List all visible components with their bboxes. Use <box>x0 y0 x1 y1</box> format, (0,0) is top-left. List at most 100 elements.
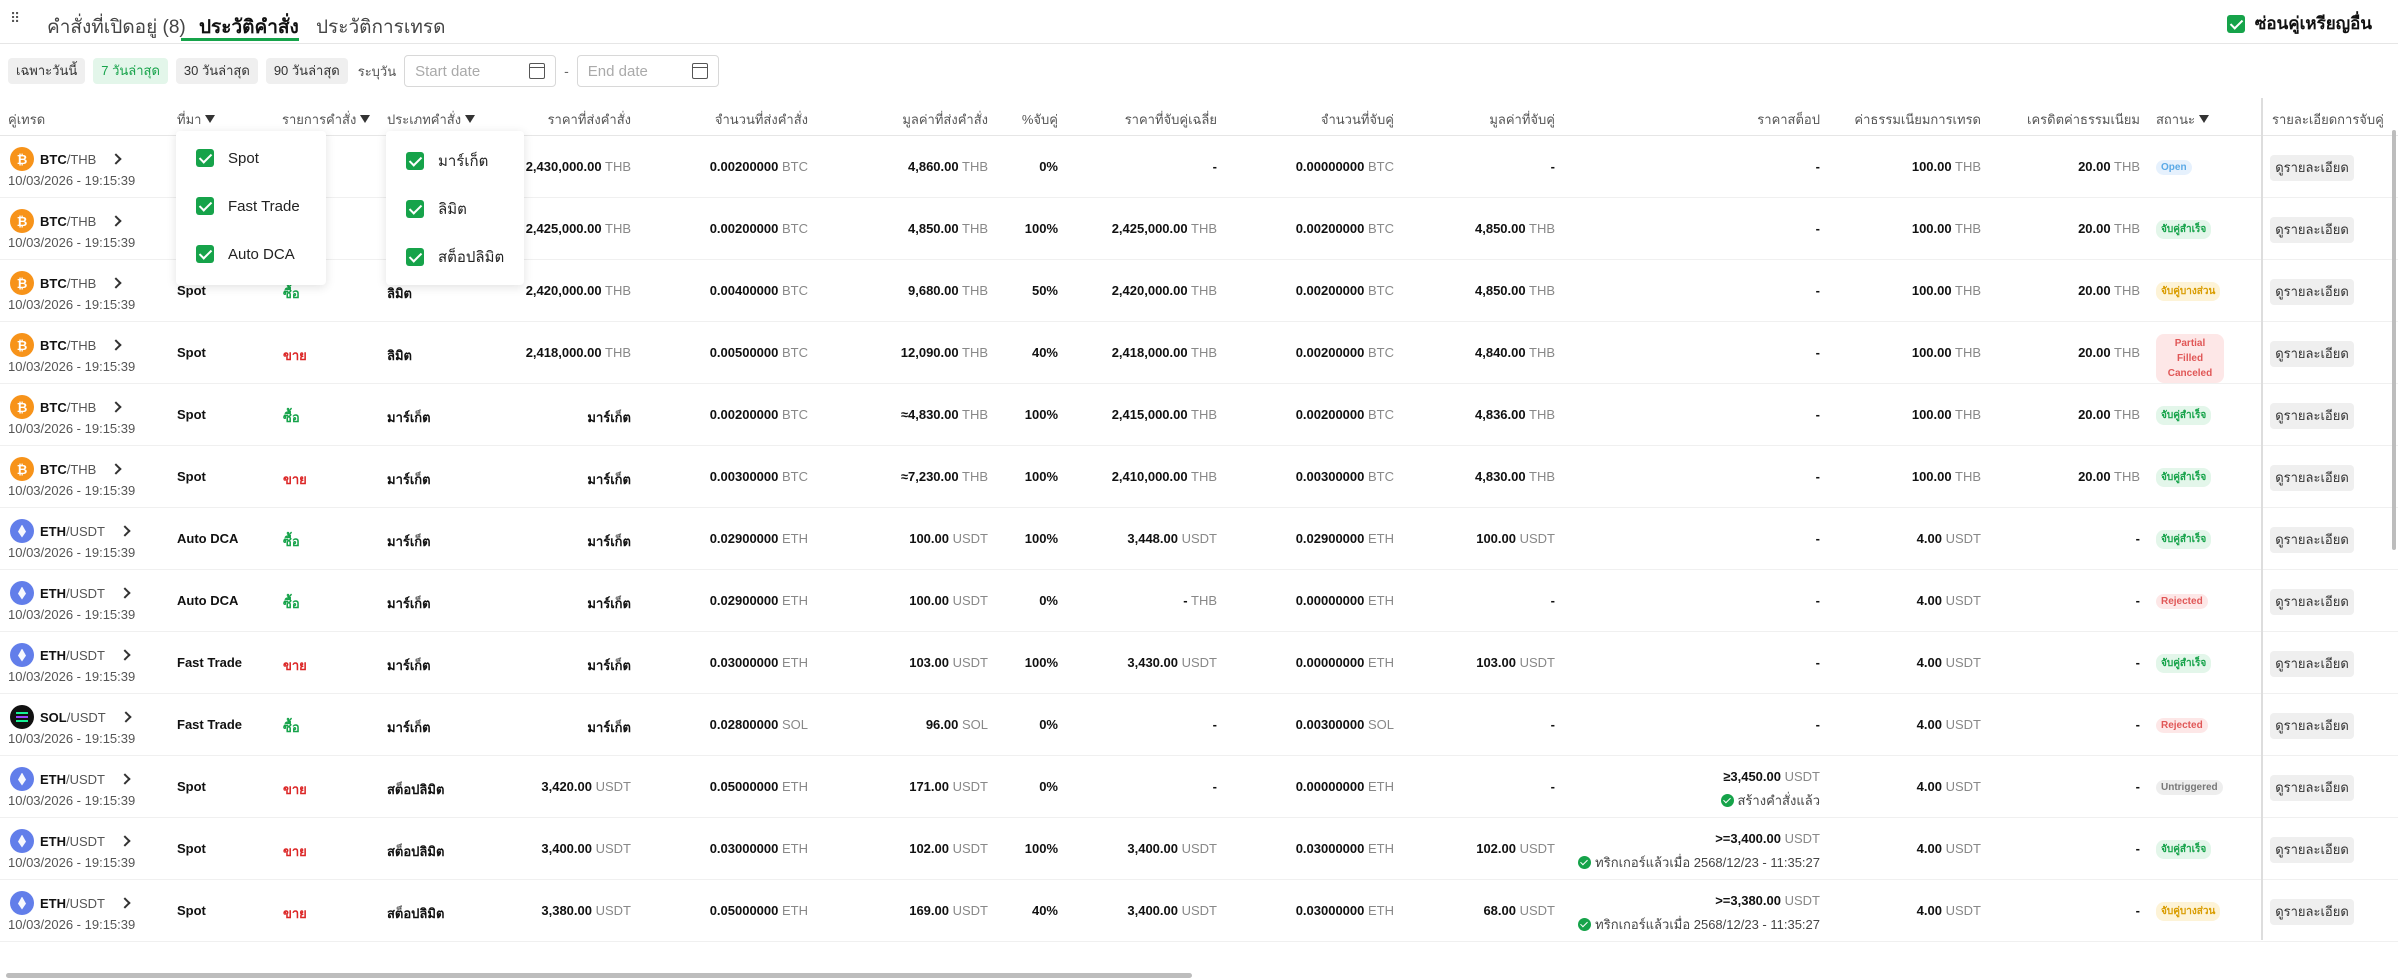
filter-7days-chip[interactable]: 7 วันล่าสุด <box>93 58 168 84</box>
order-amount: 0.00500000 BTC <box>710 345 808 360</box>
pair-link[interactable]: ₿ BTC/THB <box>10 333 123 357</box>
chevron-right-icon[interactable] <box>110 339 123 351</box>
order-amount-value: 0.02800000 <box>709 717 779 732</box>
matched-amount: 0.00000000 ETH <box>1296 593 1394 608</box>
pair-link[interactable]: ₿ BTC/THB <box>10 147 123 171</box>
checkbox-checked-icon[interactable] <box>406 152 424 170</box>
pair-link[interactable]: ETH/USDT <box>10 581 131 605</box>
calendar-icon[interactable] <box>529 63 546 79</box>
pct-matched: 0% <box>1039 717 1058 732</box>
chevron-right-icon[interactable] <box>110 277 123 289</box>
avg-price-value: - <box>1212 779 1217 794</box>
pair-link[interactable]: ETH/USDT <box>10 891 131 915</box>
start-date-input[interactable]: Start date <box>404 55 557 87</box>
chevron-right-icon[interactable] <box>119 773 131 785</box>
view-details-button[interactable]: ดูรายละเอียด <box>2270 217 2354 243</box>
pair-link[interactable]: ₿ BTC/THB <box>10 457 123 481</box>
chevron-right-icon[interactable] <box>110 215 123 227</box>
pair-link[interactable]: ETH/USDT <box>10 643 131 667</box>
type-option-limit[interactable]: ลิมิต <box>406 197 467 221</box>
calendar-icon[interactable] <box>691 63 708 79</box>
checkbox-checked-icon[interactable] <box>196 245 214 263</box>
checkbox-checked-icon[interactable] <box>196 149 214 167</box>
col-order-type[interactable]: ประเภทคำสั่ง <box>387 109 476 130</box>
pair-link[interactable]: ₿ BTC/THB <box>10 209 123 233</box>
vertical-scrollbar[interactable] <box>2392 130 2396 550</box>
chevron-right-icon[interactable] <box>120 711 132 723</box>
matched-value: - <box>1551 593 1555 608</box>
view-details-button[interactable]: ดูรายละเอียด <box>2270 341 2354 367</box>
status-cell: จับคู่สำเร็จ <box>2156 220 2212 239</box>
status-cell: Untriggered <box>2156 778 2223 795</box>
view-details-button[interactable]: ดูรายละเอียด <box>2270 527 2354 553</box>
filter-triangle-icon[interactable] <box>2198 115 2209 123</box>
type-option-stop-limit[interactable]: สต็อปลิมิต <box>406 245 504 269</box>
view-details-button[interactable]: ดูรายละเอียด <box>2270 279 2354 305</box>
end-date-input[interactable]: End date <box>576 55 719 87</box>
source-option-spot[interactable]: Spot <box>196 149 259 167</box>
view-details-button[interactable]: ดูรายละเอียด <box>2270 775 2354 801</box>
chevron-right-icon[interactable] <box>119 525 131 537</box>
view-details-button[interactable]: ดูรายละเอียด <box>2270 155 2354 181</box>
filter-90days-chip[interactable]: 90 วันล่าสุด <box>265 58 348 84</box>
pair-link[interactable]: ₿ BTC/THB <box>10 395 123 419</box>
col-source[interactable]: ที่มา <box>177 109 216 130</box>
view-details-button[interactable]: ดูรายละเอียด <box>2270 651 2354 677</box>
matched-value-amount: 4,840.00 <box>1475 345 1526 360</box>
filter-today-chip[interactable]: เฉพาะวันนี้ <box>8 58 86 84</box>
pair-link[interactable]: ETH/USDT <box>10 767 131 791</box>
view-details-button[interactable]: ดูรายละเอียด <box>2270 403 2354 429</box>
type-option-market[interactable]: มาร์เก็ต <box>406 149 488 173</box>
chevron-right-icon[interactable] <box>110 153 123 165</box>
order-price-value: มาร์เก็ต <box>587 534 631 549</box>
col-side[interactable]: รายการคำสั่ง <box>282 109 371 130</box>
tab-open-orders[interactable]: คำสั่งที่เปิดอยู่ (8) <box>47 12 186 42</box>
matched-amount-unit: ETH <box>1368 531 1394 546</box>
chevron-right-icon[interactable] <box>119 897 131 909</box>
view-details-button[interactable]: ดูรายละเอียด <box>2270 837 2354 863</box>
hide-other-pairs-toggle[interactable]: ซ่อนคู่เหรียญอื่น <box>2226 10 2372 37</box>
source-option-fast-trade[interactable]: Fast Trade <box>196 197 300 215</box>
pair-quote: /THB <box>66 461 97 477</box>
matched-amount-value: 0.00000000 <box>1295 779 1365 794</box>
chevron-right-icon[interactable] <box>119 835 131 847</box>
view-details-button[interactable]: ดูรายละเอียด <box>2270 713 2354 739</box>
stop-price: - <box>1816 159 1820 174</box>
drag-handle-icon[interactable]: ⠿ <box>10 10 20 26</box>
table-row: ₿ BTC/THB 10/03/2026 - 19:15:39 Spot ซื้อ มาร… <box>0 384 2398 446</box>
order-value-unit: USDT <box>952 655 988 670</box>
order-value-amount: 4,860.00 <box>908 159 959 174</box>
chevron-right-icon[interactable] <box>119 587 131 599</box>
order-amount-unit: BTC <box>782 159 808 174</box>
filter-triangle-icon[interactable] <box>205 115 216 123</box>
view-details-button[interactable]: ดูรายละเอียด <box>2270 899 2354 925</box>
filter-30days-chip[interactable]: 30 วันล่าสุด <box>175 58 258 84</box>
stop-price-value: - <box>1815 593 1820 608</box>
avg-price: 2,410,000.00 THB <box>1112 469 1217 484</box>
pair-link[interactable]: ₿ BTC/THB <box>10 271 123 295</box>
filter-triangle-icon[interactable] <box>360 115 371 123</box>
col-matched-amount: จำนวนที่จับคู่ <box>1320 112 1394 127</box>
order-value-unit: THB <box>962 469 988 484</box>
chevron-right-icon[interactable] <box>110 401 123 413</box>
avg-price: 2,425,000.00 THB <box>1112 221 1217 236</box>
col-status[interactable]: สถานะ <box>2156 109 2209 130</box>
bitcoin-glyph: ₿ <box>16 337 28 353</box>
chevron-right-icon[interactable] <box>119 649 131 661</box>
source-option-auto-dca[interactable]: Auto DCA <box>196 245 295 263</box>
view-details-button[interactable]: ดูรายละเอียด <box>2270 465 2354 491</box>
horizontal-scrollbar[interactable] <box>6 973 1192 978</box>
filter-triangle-icon[interactable] <box>465 115 476 123</box>
tab-trade-history[interactable]: ประวัติการเทรด <box>316 12 445 42</box>
col-fee: ค่าธรรมเนียมการเทรด <box>1854 112 1981 127</box>
checkbox-checked-icon[interactable] <box>406 200 424 218</box>
pair-link[interactable]: ETH/USDT <box>10 519 131 543</box>
checkbox-checked-icon[interactable] <box>196 197 214 215</box>
pair-link[interactable]: SOL/USDT <box>10 705 132 729</box>
view-details-button[interactable]: ดูรายละเอียด <box>2270 589 2354 615</box>
chevron-right-icon[interactable] <box>110 463 123 475</box>
checkbox-checked-icon[interactable] <box>406 248 424 266</box>
pair-link[interactable]: ETH/USDT <box>10 829 131 853</box>
checkbox-checked-icon[interactable] <box>2226 14 2245 33</box>
trade-fee-value: 100.00 <box>1911 407 1952 422</box>
